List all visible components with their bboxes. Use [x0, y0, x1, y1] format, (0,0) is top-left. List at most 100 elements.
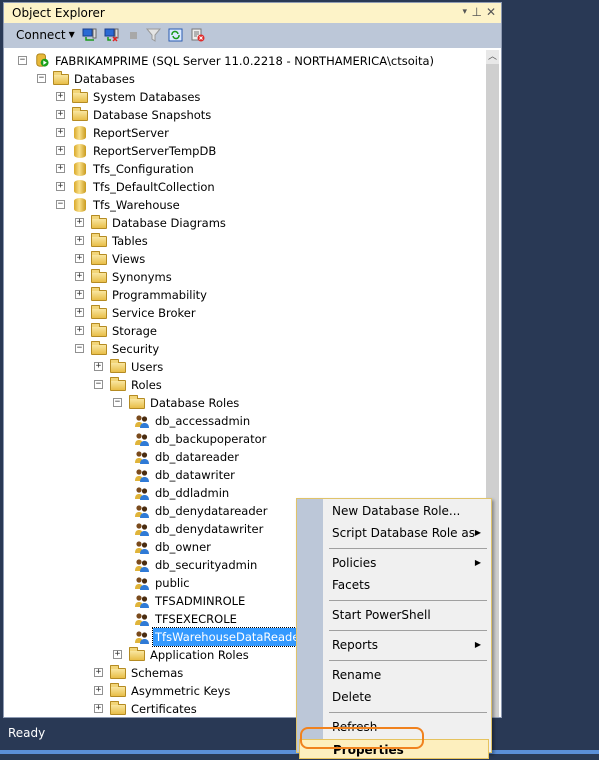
tree-node-label: Database Snapshots — [93, 108, 212, 122]
tree-node-label: db_ddladmin — [155, 486, 230, 500]
folder-icon — [91, 251, 107, 265]
expand-toggle-icon[interactable]: + — [56, 110, 65, 119]
pin-icon[interactable]: ⊥ — [472, 5, 482, 19]
menu-item-policies[interactable]: Policies ▶ — [324, 553, 489, 573]
tree-node-label: db_denydatareader — [155, 504, 268, 518]
connect-button[interactable]: Connect ▼ — [16, 28, 75, 42]
window-position-dropdown-icon[interactable]: ▾ — [462, 7, 467, 17]
tree-node-label: Application Roles — [150, 648, 249, 662]
menu-separator — [329, 548, 487, 549]
database-role-icon — [135, 505, 149, 518]
close-icon[interactable]: ✕ — [486, 5, 496, 19]
menu-item-start-powershell[interactable]: Start PowerShell — [324, 605, 489, 625]
folder-icon — [91, 269, 107, 283]
database-role-icon — [135, 469, 149, 482]
tree-node-label: db_datawriter — [155, 468, 235, 482]
expand-toggle-icon[interactable]: + — [113, 650, 122, 659]
context-menu-gutter — [297, 499, 323, 752]
menu-item-label: Delete — [332, 690, 372, 704]
collapse-toggle-icon[interactable]: − — [94, 380, 103, 389]
folder-icon — [91, 233, 107, 247]
collapse-toggle-icon[interactable]: − — [37, 74, 46, 83]
expand-toggle-icon[interactable]: + — [56, 146, 65, 155]
menu-item-label: Script Database Role as — [332, 526, 475, 540]
menu-separator — [329, 630, 487, 631]
stop-icon[interactable] — [126, 28, 141, 42]
expand-toggle-icon[interactable]: + — [75, 290, 84, 299]
tree-node-label: Tfs_Configuration — [93, 162, 194, 176]
menu-separator — [329, 660, 487, 661]
tree-node-label: ReportServerTempDB — [93, 144, 217, 158]
expand-toggle-icon[interactable]: + — [56, 164, 65, 173]
submenu-arrow-icon: ▶ — [474, 528, 481, 537]
expand-toggle-icon[interactable]: + — [75, 254, 84, 263]
disconnect-icon[interactable] — [104, 28, 119, 42]
tree-node-label: Users — [131, 360, 164, 374]
folder-icon — [110, 683, 126, 697]
stop-powershell-icon[interactable] — [190, 28, 205, 42]
connect-object-explorer-icon[interactable] — [82, 28, 97, 42]
panel-titlebar: Object Explorer ▾ ⊥ ✕ — [4, 3, 501, 24]
collapse-toggle-icon[interactable]: − — [18, 56, 27, 65]
database-icon — [74, 126, 86, 140]
menu-item-script-database-role-as[interactable]: Script Database Role as ▶ — [324, 523, 489, 543]
collapse-toggle-icon[interactable]: − — [75, 344, 84, 353]
tree-node-label: Database Roles — [150, 396, 240, 410]
tree-node-label: Tables — [112, 234, 148, 248]
expand-toggle-icon[interactable]: + — [75, 272, 84, 281]
tree-node-label: db_accessadmin — [155, 414, 251, 428]
filter-icon[interactable] — [146, 28, 161, 42]
expand-toggle-icon[interactable]: + — [56, 128, 65, 137]
expand-toggle-icon[interactable]: + — [94, 362, 103, 371]
database-icon — [74, 144, 86, 158]
folder-icon — [110, 701, 126, 715]
tree-node-label: public — [155, 576, 190, 590]
expand-toggle-icon[interactable]: + — [94, 686, 103, 695]
tree-node-label: Schemas — [131, 666, 184, 680]
expand-toggle-icon[interactable]: + — [75, 308, 84, 317]
menu-item-reports[interactable]: Reports ▶ — [324, 635, 489, 655]
properties-highlight-callout — [300, 727, 424, 749]
refresh-icon[interactable] — [168, 28, 183, 42]
tree-node-label: db_datareader — [155, 450, 239, 464]
folder-icon — [91, 341, 107, 355]
menu-item-rename[interactable]: Rename — [324, 665, 489, 685]
tree-node-label: Service Broker — [112, 306, 196, 320]
folder-icon — [53, 71, 69, 85]
tree-node-label: TFSEXECROLE — [155, 612, 237, 626]
tree-node-label: Views — [112, 252, 146, 266]
chevron-down-icon: ▼ — [68, 30, 75, 39]
tree-node-label: db_securityadmin — [155, 558, 258, 572]
expand-toggle-icon[interactable]: + — [56, 92, 65, 101]
database-role-icon — [135, 415, 149, 428]
menu-item-label: Policies — [332, 556, 377, 570]
database-icon — [74, 180, 86, 194]
tree-node-label: System Databases — [93, 90, 201, 104]
folder-icon — [91, 215, 107, 229]
expand-toggle-icon[interactable]: + — [56, 182, 65, 191]
menu-item-new-database-role[interactable]: New Database Role... — [324, 501, 489, 521]
folder-icon — [91, 305, 107, 319]
tree-node-label: Security — [112, 342, 160, 356]
expand-toggle-icon[interactable]: + — [75, 326, 84, 335]
expand-toggle-icon[interactable]: + — [75, 236, 84, 245]
folder-icon — [110, 377, 126, 391]
expand-toggle-icon[interactable]: + — [94, 704, 103, 713]
submenu-arrow-icon: ▶ — [474, 558, 481, 567]
tree-node-label: Database Diagrams — [112, 216, 226, 230]
collapse-toggle-icon[interactable]: − — [56, 200, 65, 209]
folder-icon — [91, 323, 107, 337]
database-role-icon — [135, 631, 149, 644]
menu-item-label: Reports — [332, 638, 379, 652]
menu-item-facets[interactable]: Facets — [324, 575, 489, 595]
scroll-up-icon[interactable]: ︿ — [486, 50, 499, 64]
database-role-icon — [135, 487, 149, 500]
database-role-icon — [135, 451, 149, 464]
database-icon — [74, 162, 86, 176]
database-icon — [74, 198, 86, 212]
expand-toggle-icon[interactable]: + — [94, 668, 103, 677]
expand-toggle-icon[interactable]: + — [75, 218, 84, 227]
collapse-toggle-icon[interactable]: − — [113, 398, 122, 407]
menu-item-delete[interactable]: Delete — [324, 687, 489, 707]
tree-node-label: Programmability — [112, 288, 207, 302]
